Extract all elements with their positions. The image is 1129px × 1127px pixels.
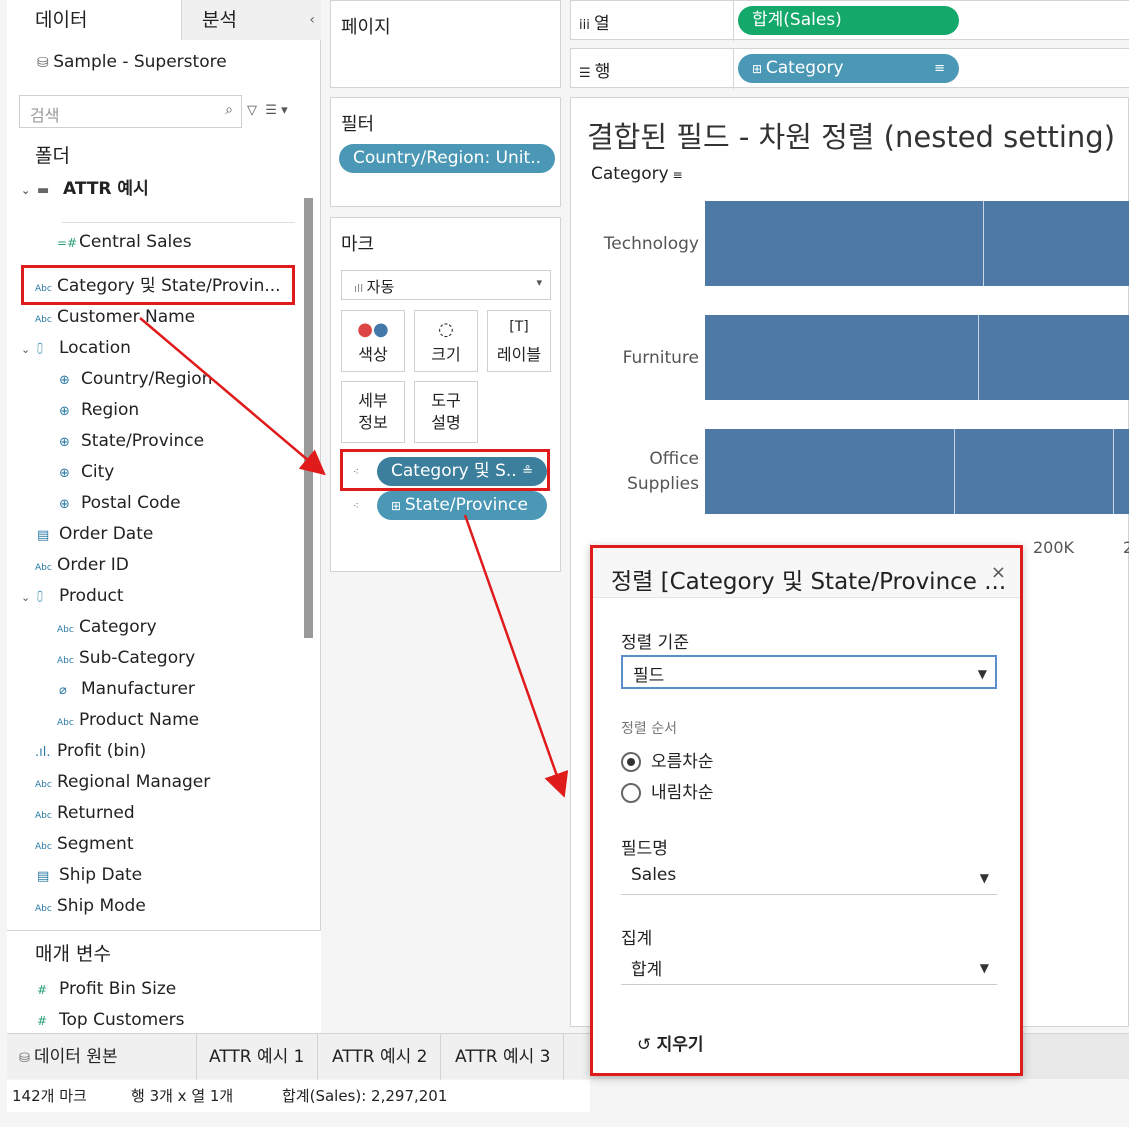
arrow-to-marks (139, 317, 326, 476)
tableau-window: 데이터 분석 ‹ ⛁ Sample - Superstore 검색 ⌕ ▽ ☰ ▾ … (0, 0, 1129, 1127)
arrow-to-dialog (463, 514, 569, 798)
annotation-arrows (139, 317, 569, 798)
